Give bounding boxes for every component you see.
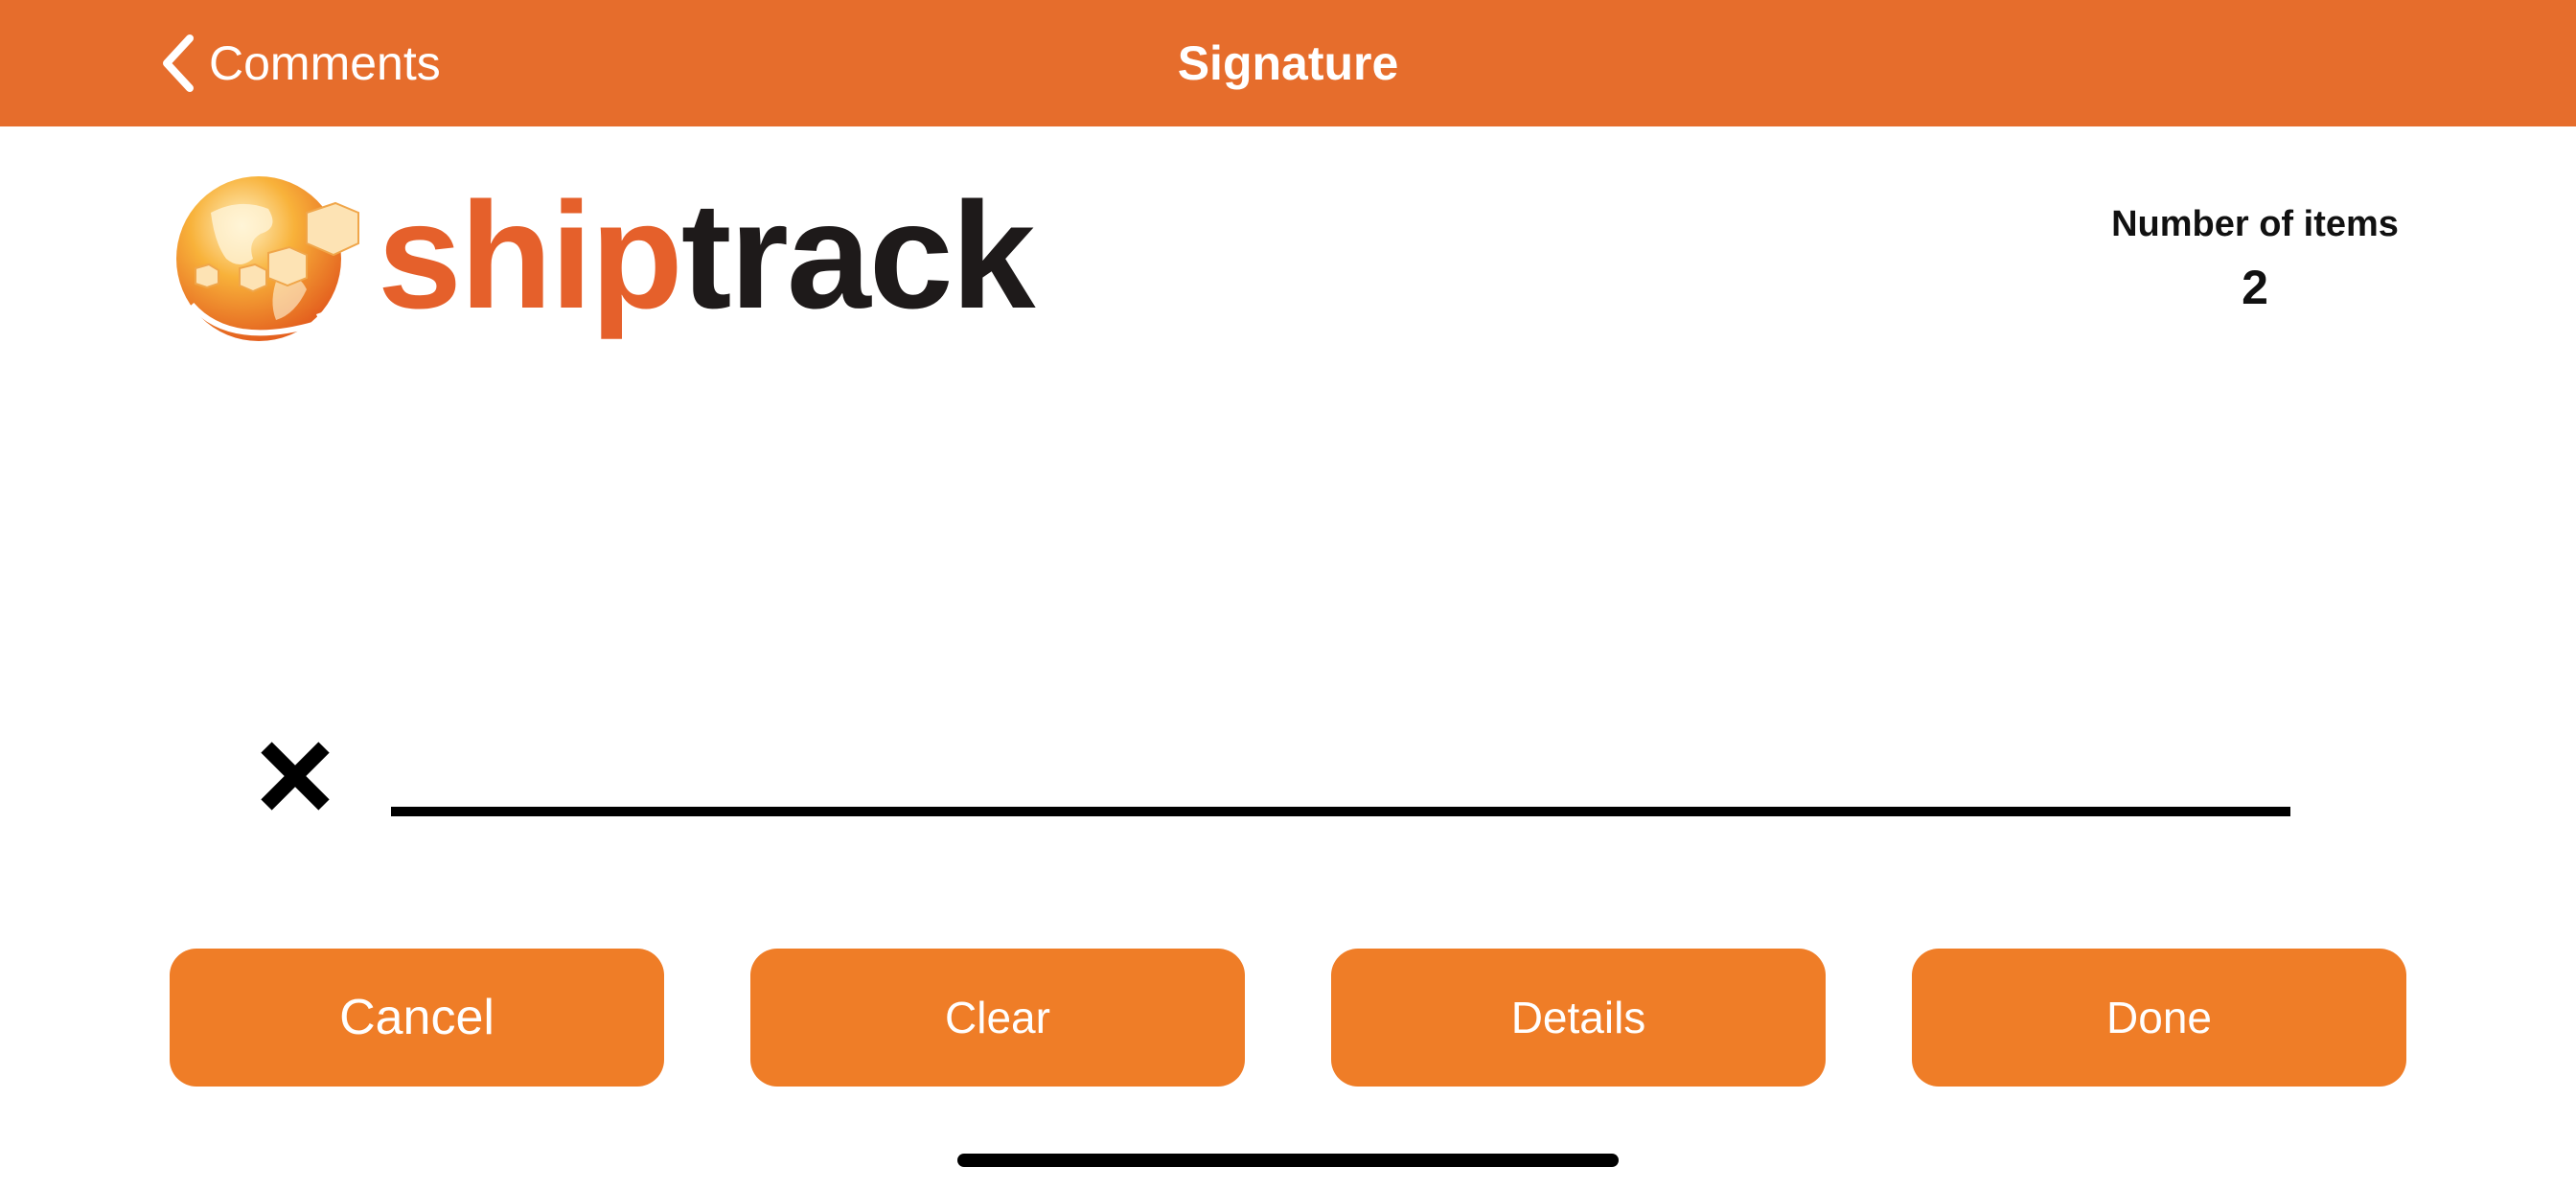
signature-line: [391, 807, 2290, 816]
logo-text-track: track: [680, 172, 1036, 340]
globe-boxes-icon: [172, 171, 364, 354]
logo-text-ship: ship: [378, 172, 683, 340]
item-count-value: 2: [2242, 261, 2268, 314]
logo-wordmark: shiptrack: [378, 172, 1036, 340]
signature-pad[interactable]: [0, 383, 2576, 862]
signature-screen: Comments Signature shiptrack Number of i…: [0, 0, 2576, 1190]
item-count-label: Number of items: [2111, 204, 2399, 244]
details-button[interactable]: Details: [1331, 949, 1826, 1087]
item-count-block: Number of items 2: [2060, 201, 2450, 314]
page-title: Signature: [1177, 36, 1399, 90]
cancel-button[interactable]: Cancel: [170, 949, 664, 1087]
clear-button[interactable]: Clear: [750, 949, 1245, 1087]
home-indicator[interactable]: [957, 1154, 1619, 1167]
shiptrack-logo: shiptrack: [172, 171, 1036, 354]
done-button[interactable]: Done: [1912, 949, 2406, 1087]
navigation-bar: Comments Signature: [0, 0, 2576, 126]
x-mark-icon: [257, 738, 334, 819]
